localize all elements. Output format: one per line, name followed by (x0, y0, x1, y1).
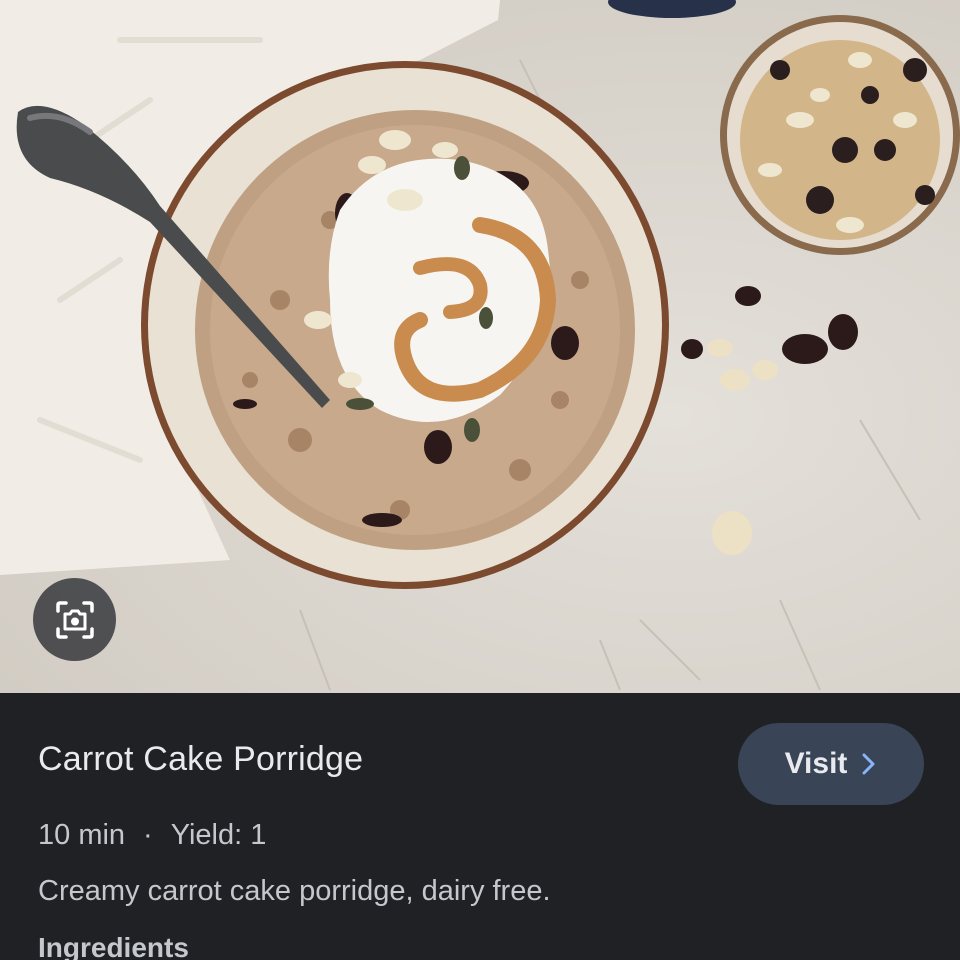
recipe-preview: Carrot Cake Porridge Visit 10 min · Yiel… (0, 0, 960, 960)
recipe-yield: Yield: 1 (170, 819, 267, 851)
cook-time: 10 min (38, 819, 126, 851)
recipe-description: Creamy carrot cake porridge, dairy free. (38, 875, 551, 907)
ingredients-heading: Ingredients (38, 932, 189, 960)
chevron-right-icon (862, 753, 875, 775)
meta-separator: · (143, 819, 153, 851)
visit-button-label: Visit (784, 747, 848, 780)
visual-search-button[interactable] (33, 578, 116, 661)
porridge-bowl-illustration (0, 0, 960, 691)
recipe-title[interactable]: Carrot Cake Porridge (38, 740, 363, 779)
recipe-photo[interactable] (0, 0, 960, 693)
recipe-meta: 10 min · Yield: 1 (38, 819, 266, 852)
visit-button[interactable]: Visit (738, 723, 924, 805)
image-search-icon (55, 600, 94, 639)
